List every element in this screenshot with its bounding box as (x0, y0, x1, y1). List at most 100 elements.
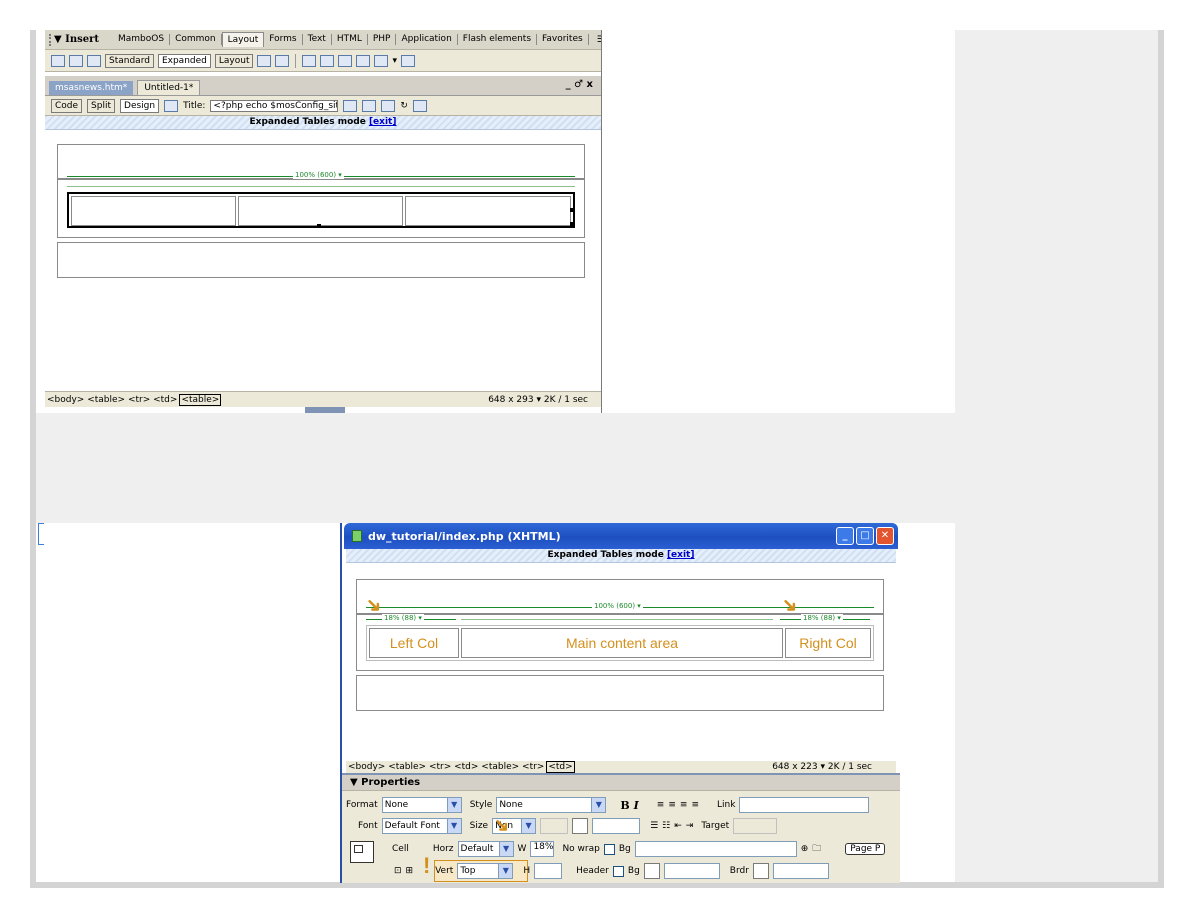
table-width-label[interactable]: 100% (600) ▾ (293, 171, 344, 179)
exit-expanded-link[interactable]: [exit] (369, 117, 397, 127)
insert-bar-title[interactable]: ▼ Insert (54, 34, 99, 45)
resize-handle-right[interactable] (570, 208, 574, 212)
layout-mode-button[interactable]: Layout (214, 53, 254, 68)
insert-tab-html[interactable]: HTML (332, 34, 368, 45)
panel-collapse-tab[interactable] (305, 407, 345, 413)
table-width-label[interactable]: 100% (600) ▾ (592, 602, 643, 610)
border-color-swatch[interactable] (752, 863, 769, 879)
title-input[interactable]: <?php echo $mosConfig_siten (210, 99, 339, 112)
preview-browser-icon[interactable] (381, 99, 396, 112)
left-col-cell[interactable]: Left Col (369, 628, 459, 658)
expanded-mode-button[interactable]: Expanded (157, 53, 211, 68)
text-color-swatch[interactable] (572, 818, 589, 834)
right-col-cell[interactable]: Right Col (785, 628, 871, 658)
style-select[interactable]: None ▼ (496, 797, 607, 813)
layer-icon[interactable] (87, 54, 101, 67)
file-management-icon[interactable] (362, 99, 377, 112)
insert-tab-text[interactable]: Text (303, 34, 332, 45)
browse-folder-icon[interactable]: 🗀 (812, 841, 821, 857)
page-properties-button[interactable]: Page P (845, 843, 886, 855)
frames-dropdown-icon[interactable]: ▾ (392, 56, 397, 66)
outdent-icon[interactable]: ⇤ (674, 821, 682, 831)
bold-button[interactable]: B (620, 799, 629, 812)
design-view-button[interactable]: Design (120, 98, 160, 113)
insert-tab-common[interactable]: Common (170, 34, 222, 45)
format-select[interactable]: None ▼ (381, 797, 462, 813)
main-content-cell[interactable]: Main content area (461, 628, 783, 658)
standard-mode-button[interactable]: Standard (105, 53, 154, 68)
link-input[interactable] (739, 797, 870, 813)
doc-tab-msasnews[interactable]: msasnews.htm* (49, 81, 134, 95)
nested-cell-left[interactable] (71, 196, 236, 226)
ordered-list-icon[interactable]: ☷ (662, 821, 670, 831)
text-color-input[interactable] (592, 818, 641, 834)
grip-handle[interactable] (49, 33, 51, 46)
insert-tab-php[interactable]: PHP (368, 34, 397, 45)
insert-row-below-icon[interactable] (320, 54, 335, 67)
resize-handle-bottom[interactable] (317, 224, 321, 228)
bg-color-swatch[interactable] (643, 863, 660, 879)
tag-selector[interactable]: <body> <table> <tr> <td> (47, 395, 177, 405)
insert-tab-layout[interactable]: Layout (221, 32, 265, 47)
insert-div-icon[interactable] (69, 54, 83, 67)
align-center-icon[interactable]: ≡ (668, 800, 676, 810)
insert-column-left-icon[interactable] (338, 54, 353, 67)
bg-image-input[interactable] (634, 841, 797, 857)
footer-table[interactable] (356, 675, 884, 711)
insert-row-above-icon[interactable] (302, 54, 317, 67)
code-view-button[interactable]: Code (51, 98, 83, 113)
bg-color-input[interactable] (663, 863, 720, 879)
border-color-input[interactable] (772, 863, 829, 879)
refresh-icon[interactable]: ↻ (400, 101, 408, 111)
insert-column-right-icon[interactable] (356, 54, 371, 67)
merge-cells-icon[interactable]: ⊡ (394, 866, 402, 876)
split-view-button[interactable]: Split (87, 98, 116, 113)
insert-tab-mambo[interactable]: MamboOS (113, 34, 171, 45)
selected-tag[interactable]: <td> (546, 761, 575, 773)
insert-tab-favorites[interactable]: Favorites (537, 34, 589, 45)
maximize-button[interactable]: □ (856, 527, 874, 545)
height-input[interactable] (534, 863, 563, 879)
font-select[interactable]: Default Font ▼ (381, 818, 462, 834)
footer-table[interactable] (57, 242, 585, 278)
nowrap-checkbox[interactable] (603, 843, 615, 855)
indent-icon[interactable]: ⇥ (686, 821, 694, 831)
minimize-button[interactable]: _ (836, 527, 854, 545)
live-data-icon[interactable] (164, 99, 179, 112)
tag-selector[interactable]: <body> <table> <tr> <td> <table> <tr> (348, 762, 544, 772)
nested-cell-right[interactable] (405, 196, 571, 226)
insert-tab-flash[interactable]: Flash elements (458, 34, 538, 45)
left-col-width-label[interactable]: 18% (88) ▾ (382, 614, 424, 622)
properties-header[interactable]: ▼ Properties (342, 775, 900, 791)
italic-button[interactable]: I (634, 799, 639, 812)
validate-icon[interactable] (343, 99, 358, 112)
unordered-list-icon[interactable]: ☰ (650, 821, 658, 831)
header-checkbox[interactable] (612, 865, 624, 877)
align-justify-icon[interactable]: ≡ (691, 800, 699, 810)
frames-icon[interactable] (374, 54, 389, 67)
insert-tab-forms[interactable]: Forms (264, 34, 303, 45)
point-to-file-icon[interactable]: ⊕ (801, 844, 809, 854)
view-options-icon[interactable] (412, 99, 427, 112)
window-controls[interactable]: _ ♂ x (566, 79, 593, 90)
right-col-width-label[interactable]: 18% (88) ▾ (801, 614, 843, 622)
exit-expanded-link[interactable]: [exit] (667, 550, 695, 560)
window-size-info[interactable]: 648 x 293 ▾ 2K / 1 sec (488, 395, 588, 405)
window-size-info[interactable]: 648 x 223 ▾ 2K / 1 sec (772, 762, 872, 772)
tabular-data-icon[interactable] (401, 54, 416, 67)
window-titlebar[interactable]: dw_tutorial/index.php (XHTML) _ □ ✕ (344, 523, 898, 549)
close-button[interactable]: ✕ (876, 527, 894, 545)
align-right-icon[interactable]: ≡ (680, 800, 688, 810)
vert-select[interactable]: Top ▼ (457, 863, 514, 879)
layout-cell-icon[interactable] (275, 54, 290, 67)
horz-select[interactable]: Default ▼ (457, 841, 514, 857)
selected-tag[interactable]: <table> (179, 393, 222, 406)
panel-menu-icon[interactable]: ☰ (597, 35, 601, 45)
table-icon[interactable] (51, 54, 65, 67)
layout-table-icon[interactable] (257, 54, 272, 67)
split-cell-icon[interactable]: ⊞ (406, 866, 414, 876)
width-input[interactable]: 18% (530, 841, 555, 857)
align-left-icon[interactable]: ≡ (657, 800, 665, 810)
doc-tab-untitled[interactable]: Untitled-1* (137, 80, 201, 95)
resize-handle-corner[interactable] (570, 222, 574, 226)
